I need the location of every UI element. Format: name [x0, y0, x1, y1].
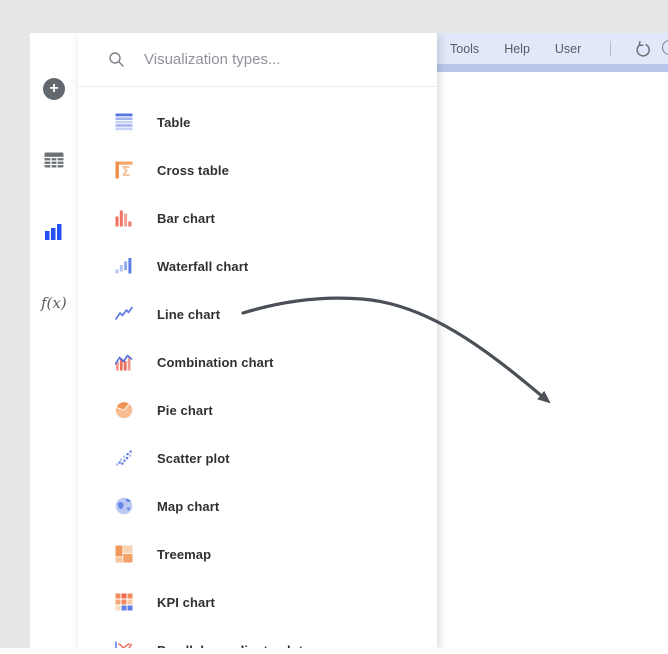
viz-item-map-chart[interactable]: Map chart	[78, 482, 437, 530]
viz-item-combination-chart[interactable]: Combination chart	[78, 338, 437, 386]
viz-item-table[interactable]: Table	[78, 98, 437, 146]
scatter-plot-icon	[115, 448, 133, 468]
viz-item-label: Map chart	[157, 498, 220, 514]
viz-type-list: Table Σ Cross table Bar chart Waterfall …	[78, 87, 437, 648]
viz-item-parallel-coordinate-plot[interactable]: Parallel coordinate plot	[78, 626, 437, 648]
viz-item-label: Table	[157, 114, 191, 130]
viz-item-waterfall-chart[interactable]: Waterfall chart	[78, 242, 437, 290]
viz-item-bar-chart[interactable]: Bar chart	[78, 194, 437, 242]
parallel-coordinate-plot-icon	[115, 640, 133, 648]
toolbar-separator	[610, 41, 612, 56]
page: Tools Help User + f(x) Visualization typ…	[0, 0, 668, 654]
page-margin-top	[0, 0, 668, 33]
waterfall-chart-icon	[115, 256, 133, 276]
viz-item-scatter-plot[interactable]: Scatter plot	[78, 434, 437, 482]
plus-icon: +	[49, 80, 59, 97]
viz-item-label: Combination chart	[157, 354, 274, 370]
cross-table-icon: Σ	[115, 160, 133, 180]
data-table-icon[interactable]	[44, 152, 64, 168]
viz-item-label: Pie chart	[157, 402, 213, 418]
icon-sidebar: + f(x)	[30, 33, 78, 648]
table-icon	[115, 112, 133, 132]
svg-text:Σ: Σ	[122, 165, 131, 179]
viz-item-label: Cross table	[157, 162, 229, 178]
viz-item-label: KPI chart	[157, 594, 215, 610]
viz-item-label: Parallel coordinate plot	[157, 643, 303, 649]
treemap-icon	[115, 544, 133, 564]
visualization-types-icon[interactable]	[44, 221, 64, 241]
toolbar-accent-strip	[437, 64, 668, 72]
viz-item-label: Scatter plot	[157, 450, 230, 466]
menu-user[interactable]: User	[555, 42, 581, 56]
viz-item-treemap[interactable]: Treemap	[78, 530, 437, 578]
combination-chart-icon	[115, 352, 133, 372]
viz-item-label: Line chart	[157, 306, 221, 322]
clipped-circle-icon[interactable]	[662, 40, 668, 55]
viz-item-label: Waterfall chart	[157, 258, 249, 274]
viz-item-line-chart[interactable]: Line chart	[78, 290, 437, 338]
viz-item-label: Bar chart	[157, 210, 215, 226]
bar-chart-icon	[115, 208, 133, 228]
undo-icon	[636, 40, 651, 57]
toolbar: Tools Help User	[437, 33, 668, 64]
kpi-chart-icon	[115, 592, 133, 612]
page-margin-left	[0, 33, 30, 648]
add-button[interactable]: +	[43, 78, 65, 100]
visualization-types-panel: Table Σ Cross table	[78, 33, 437, 648]
search-input[interactable]	[142, 50, 406, 69]
viz-item-pie-chart[interactable]: Pie chart	[78, 386, 437, 434]
pie-chart-icon	[115, 400, 133, 420]
viz-item-cross-table[interactable]: Σ Cross table	[78, 146, 437, 194]
viz-item-label: Treemap	[157, 546, 212, 562]
analysis-canvas[interactable]	[437, 72, 668, 648]
map-chart-icon	[115, 496, 133, 516]
search-bar	[78, 33, 437, 87]
app-window: Tools Help User + f(x) Visualization typ…	[30, 33, 668, 648]
undo-button[interactable]	[633, 40, 651, 58]
functions-icon[interactable]: f(x)	[41, 294, 67, 312]
menu-help[interactable]: Help	[504, 42, 530, 56]
viz-item-kpi-chart[interactable]: KPI chart	[78, 578, 437, 626]
search-icon	[109, 51, 124, 67]
menu-tools[interactable]: Tools	[450, 42, 479, 56]
line-chart-icon	[115, 304, 133, 324]
